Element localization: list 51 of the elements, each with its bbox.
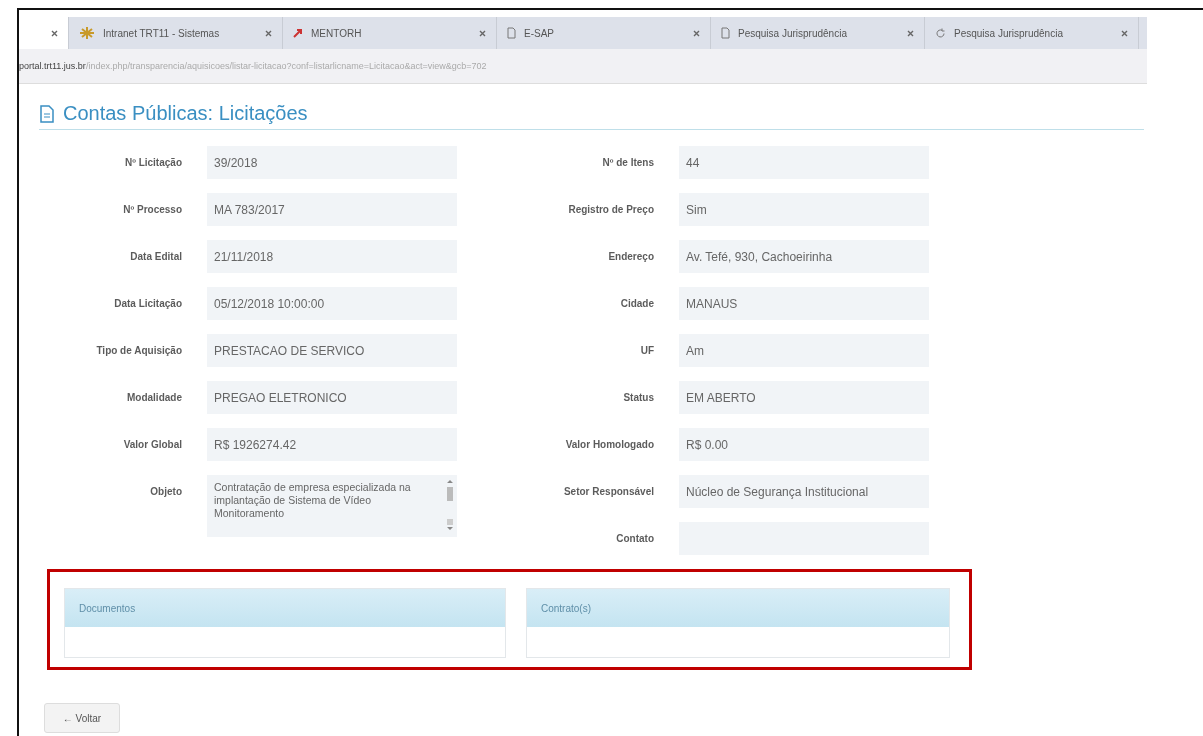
reload-icon [935,27,946,39]
page-icon [721,27,730,39]
page-title: Contas Públicas: Licitações [63,102,308,125]
value-field[interactable]: Am [679,334,929,367]
panel-header: Documentos [65,589,505,627]
asterisk-icon [79,26,95,40]
field-label: Data Licitação [113,297,182,311]
field-label: Status [622,391,654,405]
value-field[interactable]: 05/12/2018 10:00:00 [207,287,457,320]
value-field[interactable]: 39/2018 [207,146,457,179]
field-label: Tipo de Aquisição [95,344,182,358]
field-label: Objeto [149,485,182,499]
scrollbar-icon [446,479,454,531]
field-label: Contato [615,532,654,546]
value-field[interactable]: EM ABERTO [679,381,929,414]
value-field[interactable]: Núcleo de Segurança Institucional [679,475,929,508]
close-icon[interactable] [1121,29,1128,37]
field-label: Data Edital [129,250,182,264]
document-icon [39,104,55,123]
value-field[interactable]: R$ 1926274.42 [207,428,457,461]
field-label: Valor Homologado [564,438,654,452]
value-field[interactable]: Av. Tefé, 930, Cachoeirinha [679,240,929,273]
back-button[interactable]: ← Voltar [44,703,120,733]
close-icon[interactable] [51,29,58,37]
value-field[interactable]: MA 783/2017 [207,193,457,226]
value-field[interactable]: 44 [679,146,929,179]
close-icon[interactable] [479,29,486,37]
field-label: Cidade [619,297,654,311]
value-field[interactable]: MANAUS [679,287,929,320]
value-field[interactable]: Sim [679,193,929,226]
objeto-textarea[interactable]: Contratação de empresa especializada na implantação de Sistema de Vídeo Monitoramento [207,475,457,537]
close-icon[interactable] [693,29,700,37]
field-label: Registro de Preço [567,203,654,217]
field-label: Setor Responsável [562,485,654,499]
field-label: UF [639,344,654,358]
address-url[interactable]: portal.trt11.jus.br/index.php/transparencia/aquisicoes/listar-licitacao?conf=listarlicname=Licitacao&act=view&gcb=702 [19,61,487,71]
value-field[interactable]: PRESTACAO DE SERVICO [207,334,457,367]
field-label: Endereço [607,250,654,264]
field-label: Valor Global [122,438,182,452]
value-field[interactable]: 21/11/2018 [207,240,457,273]
field-label: Nº Processo [122,203,182,217]
close-icon[interactable] [265,29,272,37]
panel-header: Contrato(s) [527,589,949,627]
close-icon[interactable] [907,29,914,37]
value-field[interactable]: R$ 0.00 [679,428,929,461]
field-label: Modalidade [126,391,182,405]
field-label: Nº de Itens [601,156,654,170]
arrow-icon [293,28,303,38]
value-field[interactable]: PREGAO ELETRONICO [207,381,457,414]
field-label: Nº Licitação [124,156,182,170]
page-icon [507,27,516,39]
